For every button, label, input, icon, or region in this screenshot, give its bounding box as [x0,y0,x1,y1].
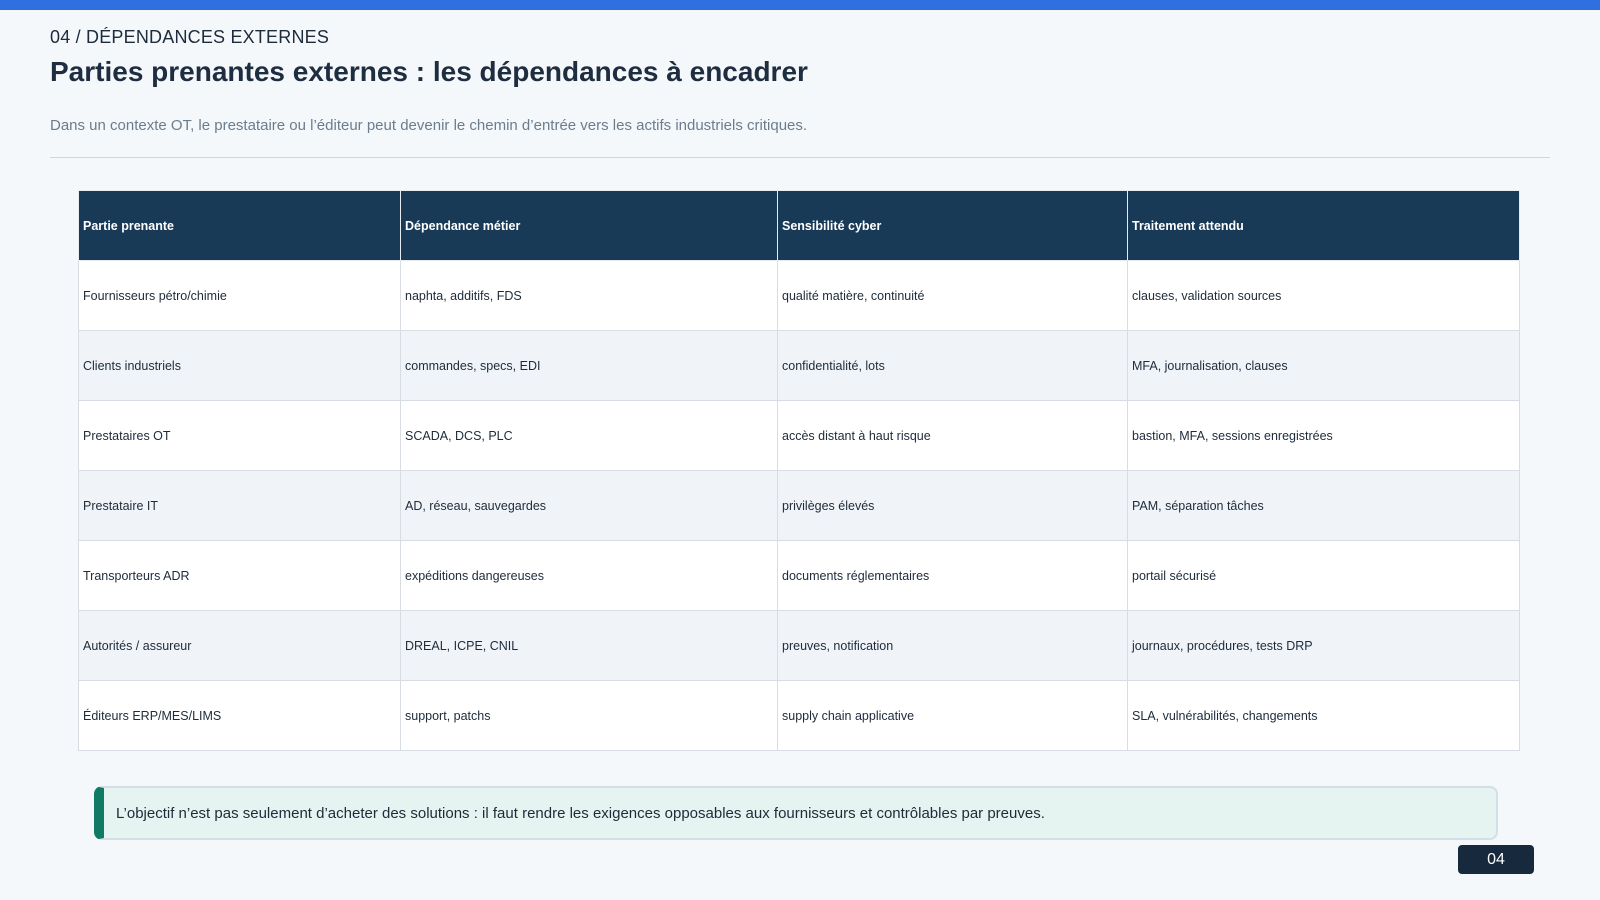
table-cell: supply chain applicative [777,680,1128,751]
top-accent-bar [0,0,1600,10]
table-row: Clients industriels commandes, specs, ED… [78,330,1520,401]
table-cell: documents réglementaires [777,540,1128,611]
header-divider [50,157,1550,158]
table-cell: naphta, additifs, FDS [400,260,778,331]
table-cell: PAM, séparation tâches [1127,470,1520,541]
table-cell: Prestataire IT [78,470,401,541]
table-cell: accès distant à haut risque [777,400,1128,471]
table-row: Transporteurs ADR expéditions dangereuse… [78,540,1520,611]
table-cell: preuves, notification [777,610,1128,681]
table-cell: commandes, specs, EDI [400,330,778,401]
table-row: Prestataires OT SCADA, DCS, PLC accès di… [78,400,1520,471]
table-cell: Autorités / assureur [78,610,401,681]
table-cell: SLA, vulnérabilités, changements [1127,680,1520,751]
table-cell: bastion, MFA, sessions enregistrées [1127,400,1520,471]
page-number-badge: 04 [1458,845,1534,874]
table-cell: confidentialité, lots [777,330,1128,401]
table-cell: qualité matière, continuité [777,260,1128,331]
stakeholder-table: Partie prenante Dépendance métier Sensib… [78,190,1520,751]
table-cell: Clients industriels [78,330,401,401]
table-cell: privilèges élevés [777,470,1128,541]
callout-text: L’objectif n’est pas seulement d’acheter… [116,804,1045,822]
column-header-traitement-attendu: Traitement attendu [1127,190,1520,261]
column-header-dependance-metier: Dépendance métier [400,190,778,261]
table-cell: Transporteurs ADR [78,540,401,611]
table-cell: clauses, validation sources [1127,260,1520,331]
section-kicker: 04 / DÉPENDANCES EXTERNES [50,27,330,47]
page-title: Parties prenantes externes : les dépenda… [50,56,808,87]
table-cell: Éditeurs ERP/MES/LIMS [78,680,401,751]
table-cell: DREAL, ICPE, CNIL [400,610,778,681]
table-row: Prestataire IT AD, réseau, sauvegardes p… [78,470,1520,541]
table-cell: expéditions dangereuses [400,540,778,611]
column-header-partie-prenante: Partie prenante [78,190,401,261]
table-cell: AD, réseau, sauvegardes [400,470,778,541]
table-cell: portail sécurisé [1127,540,1520,611]
table-cell: Fournisseurs pétro/chimie [78,260,401,331]
table-cell: Prestataires OT [78,400,401,471]
table-row: Fournisseurs pétro/chimie naphta, additi… [78,260,1520,331]
table-row: Autorités / assureur DREAL, ICPE, CNIL p… [78,610,1520,681]
page-subtitle: Dans un contexte OT, le prestataire ou l… [50,117,808,134]
key-message-callout: L’objectif n’est pas seulement d’acheter… [94,786,1498,840]
table-cell: SCADA, DCS, PLC [400,400,778,471]
table-header-row: Partie prenante Dépendance métier Sensib… [78,190,1520,261]
table-cell: journaux, procédures, tests DRP [1127,610,1520,681]
table-cell: support, patchs [400,680,778,751]
stakeholder-table-container: Partie prenante Dépendance métier Sensib… [78,190,1520,751]
table-row: Éditeurs ERP/MES/LIMS support, patchs su… [78,680,1520,751]
table-cell: MFA, journalisation, clauses [1127,330,1520,401]
column-header-sensibilite-cyber: Sensibilité cyber [777,190,1128,261]
